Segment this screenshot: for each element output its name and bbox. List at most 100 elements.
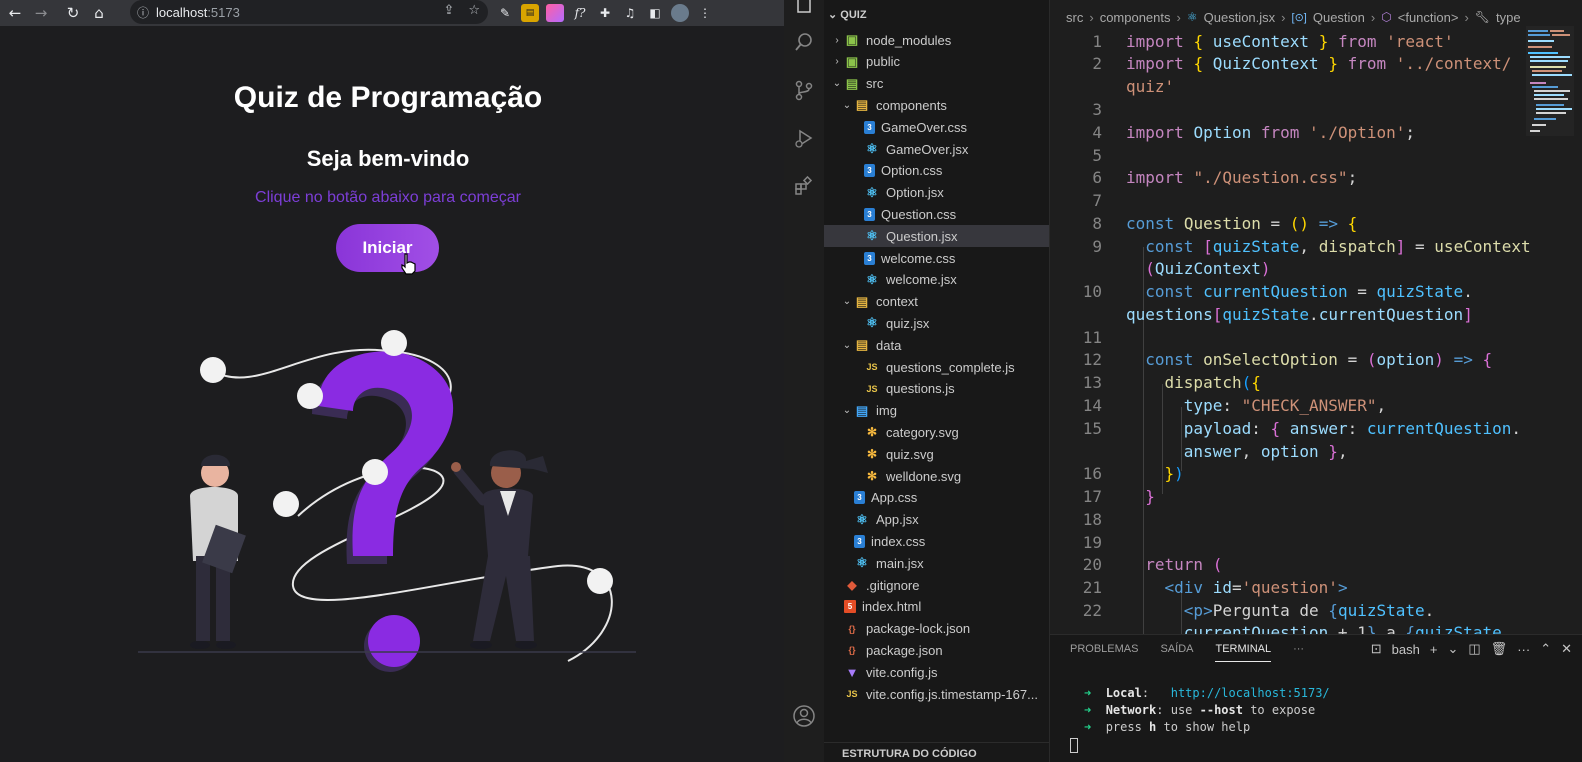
file-tree-item[interactable]: ⚛ quiz.jsx	[824, 312, 1049, 334]
search-icon[interactable]	[788, 26, 820, 58]
file-tree-item[interactable]: JS vite.config.js.timestamp-167...	[824, 683, 1049, 705]
code-line[interactable]: 17 }	[1050, 485, 1530, 508]
code-line[interactable]: 16 })	[1050, 462, 1530, 485]
code-line[interactable]: 11	[1050, 326, 1530, 349]
forward-icon[interactable]: →	[28, 0, 54, 26]
code-line[interactable]: quiz'	[1050, 75, 1530, 98]
file-tree-item[interactable]: ⌄ ▤ context	[824, 291, 1049, 313]
code-line[interactable]: answer, option },	[1050, 440, 1530, 463]
breadcrumb-item[interactable]: Question.jsx	[1204, 10, 1276, 25]
file-tree-item[interactable]: 3 index.css	[824, 530, 1049, 552]
font-extension-icon[interactable]: f?	[571, 4, 589, 22]
trash-icon[interactable]: 🗑︎	[1491, 641, 1508, 657]
chevron-down-icon[interactable]: ⌄	[1447, 641, 1458, 657]
avatar[interactable]	[671, 4, 689, 22]
outline-section[interactable]: ESTRUTURA DO CÓDIGO	[824, 742, 1049, 762]
more-tabs-button[interactable]: ···	[1293, 643, 1304, 662]
code-editor[interactable]: src › components › ⚛ Question.jsx › [⊙] …	[1050, 0, 1582, 634]
color-extension-icon[interactable]	[546, 4, 564, 22]
explorer-icon[interactable]	[788, 0, 820, 20]
file-tree-item[interactable]: 5 index.html	[824, 596, 1049, 618]
file-tree-item[interactable]: › ▣ public	[824, 51, 1049, 73]
code-line[interactable]: 9 const [quizState, dispatch] = useConte…	[1050, 235, 1530, 258]
tab-terminal[interactable]: TERMINAL	[1215, 643, 1272, 662]
new-terminal-icon[interactable]: +	[1430, 642, 1438, 657]
shell-selector[interactable]: bash	[1392, 642, 1420, 657]
file-tree-item[interactable]: 3 GameOver.css	[824, 116, 1049, 138]
start-button[interactable]: Iniciar	[336, 224, 439, 272]
maximize-panel-icon[interactable]: ⌃	[1540, 641, 1551, 657]
code-line[interactable]: 2 import { QuizContext } from '../context…	[1050, 52, 1530, 75]
file-tree-item[interactable]: ✻ category.svg	[824, 421, 1049, 443]
file-tree-item[interactable]: ◆ .gitignore	[824, 574, 1049, 596]
share-icon[interactable]: ⇪	[443, 3, 454, 18]
home-icon[interactable]: ⌂	[86, 0, 112, 26]
run-debug-icon[interactable]	[788, 122, 820, 154]
breadcrumb-item[interactable]: components	[1100, 10, 1171, 25]
breadcrumb-item[interactable]: type	[1496, 10, 1521, 25]
file-tree-item[interactable]: ⌄ ▤ components	[824, 94, 1049, 116]
sidepanel-icon[interactable]: ◧	[646, 4, 664, 22]
file-tree-item[interactable]: ⌄ ▤ src	[824, 73, 1049, 95]
code-line[interactable]: currentQuestion + 1} a {quizState.	[1050, 621, 1530, 634]
tab-problems[interactable]: PROBLEMAS	[1070, 643, 1138, 662]
file-tree-item[interactable]: ✻ quiz.svg	[824, 443, 1049, 465]
code-line[interactable]: 15 payload: { answer: currentQuestion.	[1050, 417, 1530, 440]
file-tree-item[interactable]: JS questions_complete.js	[824, 356, 1049, 378]
account-icon[interactable]	[788, 700, 820, 732]
code-line[interactable]: 19	[1050, 531, 1530, 554]
code-line[interactable]: 7	[1050, 189, 1530, 212]
note-extension-icon[interactable]: ▤	[521, 4, 539, 22]
file-tree-item[interactable]: 3 Question.css	[824, 203, 1049, 225]
code-line[interactable]: 12 const onSelectOption = (option) => {	[1050, 348, 1530, 371]
reload-icon[interactable]: ↻	[60, 0, 86, 26]
code-line[interactable]: 22 <p>Pergunta de {quizState.	[1050, 599, 1530, 622]
file-tree-item[interactable]: › ▣ node_modules	[824, 29, 1049, 51]
more-actions-icon[interactable]: ···	[1517, 642, 1530, 657]
breadcrumb-item[interactable]: src	[1066, 10, 1083, 25]
code-line[interactable]: 14 type: "CHECK_ANSWER",	[1050, 394, 1530, 417]
site-info-icon[interactable]: ⓘ	[130, 4, 156, 21]
code-line[interactable]: 10 const currentQuestion = quizState.	[1050, 280, 1530, 303]
split-terminal-icon[interactable]: ◫	[1468, 641, 1480, 657]
file-tree-item[interactable]: ⚛ welcome.jsx	[824, 269, 1049, 291]
code-line[interactable]: 4 import Option from './Option';	[1050, 121, 1530, 144]
extensions-icon[interactable]	[788, 170, 820, 202]
terminal-link[interactable]: http://localhost:5173/	[1171, 686, 1330, 700]
code-line[interactable]: 3	[1050, 98, 1530, 121]
file-tree-item[interactable]: 3 App.css	[824, 487, 1049, 509]
file-tree-item[interactable]: 3 Option.css	[824, 160, 1049, 182]
menu-icon[interactable]: ⋮	[696, 4, 714, 22]
code-line[interactable]: 13 dispatch({	[1050, 371, 1530, 394]
explorer-root[interactable]: ⌄ QUIZ	[828, 8, 867, 21]
address-bar[interactable]: ⓘ localhost:5173 ⇪ ☆	[130, 0, 488, 24]
code-line[interactable]: 20 return (	[1050, 553, 1530, 576]
source-control-icon[interactable]	[788, 74, 820, 106]
code-line[interactable]: 6 import "./Question.css";	[1050, 166, 1530, 189]
file-tree-item[interactable]: ⚛ Question.jsx	[824, 225, 1049, 248]
file-tree-item[interactable]: JS questions.js	[824, 378, 1049, 400]
breadcrumb-item[interactable]: Question	[1313, 10, 1365, 25]
file-tree-item[interactable]: ⚛ Option.jsx	[824, 182, 1049, 204]
tab-output[interactable]: SAÍDA	[1160, 643, 1193, 662]
media-icon[interactable]: ♫	[621, 4, 639, 22]
back-icon[interactable]: ←	[2, 0, 28, 26]
file-tree-item[interactable]: ⌄ ▤ img	[824, 400, 1049, 422]
code-line[interactable]: questions[quizState.currentQuestion]	[1050, 303, 1530, 326]
file-tree-item[interactable]: {} package-lock.json	[824, 618, 1049, 640]
code-line[interactable]: 8 const Question = () => {	[1050, 212, 1530, 235]
code-line[interactable]: 18	[1050, 508, 1530, 531]
file-tree-item[interactable]: 3 welcome.css	[824, 247, 1049, 269]
code-line[interactable]: 1 import { useContext } from 'react'	[1050, 30, 1530, 53]
file-tree-item[interactable]: ⚛ App.jsx	[824, 509, 1049, 531]
code-line[interactable]: 21 <div id='question'>	[1050, 576, 1530, 599]
puzzle-extensions-icon[interactable]: ✚	[596, 4, 614, 22]
bookmark-star-icon[interactable]: ☆	[468, 3, 480, 18]
code-line[interactable]: (QuizContext)	[1050, 257, 1530, 280]
file-tree-item[interactable]: ▼ vite.config.js	[824, 661, 1049, 683]
file-tree-item[interactable]: {} package.json	[824, 639, 1049, 661]
file-tree-item[interactable]: ⚛ GameOver.jsx	[824, 138, 1049, 160]
file-tree-item[interactable]: ✻ welldone.svg	[824, 465, 1049, 487]
breadcrumb-item[interactable]: <function>	[1398, 10, 1459, 25]
pen-extension-icon[interactable]: ✎	[496, 4, 514, 22]
